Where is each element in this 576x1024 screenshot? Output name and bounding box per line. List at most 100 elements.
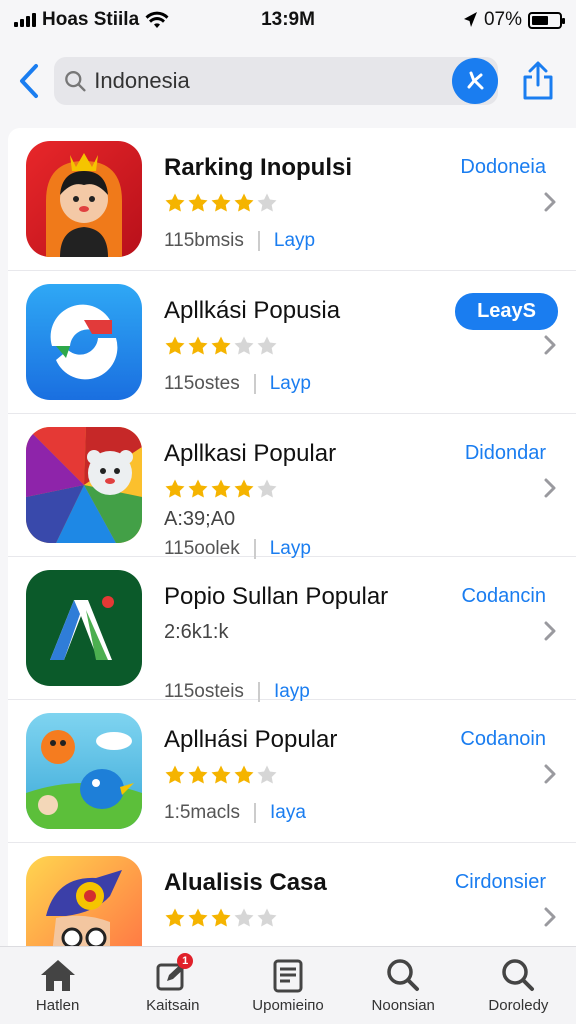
star-icon [211, 193, 231, 212]
battery-icon [528, 11, 565, 29]
status-bar: Hoas Stiila 13:9M 07% [0, 0, 576, 40]
star-icon [211, 479, 231, 498]
get-button[interactable]: Codanoin [460, 728, 546, 751]
rating-stars [164, 764, 278, 786]
chevron-right-icon[interactable] [542, 190, 558, 214]
app-size: 115bmsis [164, 230, 244, 251]
star-icon [165, 908, 185, 927]
tab-item[interactable]: 1 Kaitsain [115, 947, 230, 1024]
app-link[interactable]: Layp [270, 373, 311, 395]
star-icon [257, 479, 277, 498]
chevron-right-icon[interactable] [542, 619, 558, 643]
star-icon [188, 193, 208, 212]
app-link[interactable]: Layp [274, 230, 315, 252]
app-extra-info: A:39;A0 [164, 508, 236, 530]
microphone-icon [467, 71, 484, 90]
star-icon [188, 908, 208, 927]
app-icon[interactable] [26, 856, 142, 946]
star-icon [211, 765, 231, 784]
tab-item[interactable]: Doroledy [461, 947, 576, 1024]
back-button[interactable] [14, 61, 44, 101]
meta-divider [253, 539, 256, 559]
app-title: Apllнási Popular [164, 726, 338, 753]
star-icon [188, 765, 208, 784]
app-title: Rarking Inopulsi [164, 154, 353, 181]
app-row[interactable]: Alualisis Casa115вегмLevpCirdonsier [8, 843, 576, 946]
get-button[interactable]: Dodoneia [460, 156, 546, 179]
app-extra-info: 2:6k1:k [164, 621, 229, 643]
meta-divider [253, 374, 256, 394]
tab-label: Hatlen [35, 997, 80, 1014]
star-icon [234, 908, 254, 927]
tab-label: Upomieiпо [252, 997, 324, 1014]
app-title: Apllkasi Popular [164, 440, 337, 467]
app-row[interactable]: Apllkási Popusia 115ostes Layp LeaуS [8, 271, 576, 414]
chevron-left-icon [20, 64, 38, 98]
get-button[interactable]: Cirdonsier [455, 871, 546, 894]
tab-label: Kaitsain [146, 997, 200, 1014]
app-row[interactable]: Apllkasi Popular A:39;A0 115oolek Layp Didon… [8, 414, 576, 559]
star-icon [165, 479, 185, 498]
rating-stars [164, 907, 278, 929]
app-size: 1:5macls [164, 802, 241, 823]
location-icon [463, 12, 477, 27]
app-meta: 1:5macls Iaya [164, 802, 306, 824]
app-icon[interactable] [26, 284, 142, 400]
search-header [0, 48, 576, 114]
share-icon [523, 61, 553, 100]
document-icon [273, 959, 303, 993]
rating-stars [164, 478, 278, 500]
app-meta: 115ostes Layp [164, 373, 311, 395]
star-icon [165, 336, 185, 355]
app-icon[interactable] [26, 427, 142, 543]
battery-percent: 07% [483, 9, 522, 30]
star-icon [234, 765, 254, 784]
meta-divider [254, 803, 257, 823]
app-title: Alualisis Casa [164, 869, 327, 896]
app-list: Rarking Inopulsi 115bmsis Layp Dodoneia Apll… [8, 128, 576, 946]
app-link[interactable]: Iaya [270, 802, 306, 824]
get-button[interactable]: LeaуS [455, 293, 558, 330]
star-icon [257, 193, 277, 212]
app-title: Popio Sullan Popular [164, 583, 389, 610]
app-row[interactable]: Apllнási Popular 1:5macls Iaya Codanoin [8, 700, 576, 843]
tab-item[interactable]: Upomieiпо [230, 947, 345, 1024]
rating-stars [164, 335, 278, 357]
app-icon[interactable] [26, 570, 142, 686]
get-button[interactable]: Codancin [461, 585, 546, 608]
star-icon [211, 336, 231, 355]
share-button[interactable] [514, 57, 562, 105]
search-input[interactable] [94, 68, 488, 94]
signal-icon [14, 13, 36, 27]
search-field[interactable] [54, 57, 498, 105]
star-icon [188, 336, 208, 355]
get-button[interactable]: Didondar [465, 442, 546, 465]
star-icon [165, 765, 185, 784]
home-icon [40, 960, 75, 991]
app-size: 115ostes [164, 373, 240, 394]
app-row[interactable]: Popio Sullan Popular 2:6k1:k 115osteis Iayp… [8, 557, 576, 702]
tab-item[interactable]: Hatlen [0, 947, 115, 1024]
app-icon[interactable] [26, 141, 142, 257]
search-icon [387, 959, 420, 991]
star-icon [257, 765, 277, 784]
chevron-right-icon[interactable] [542, 333, 558, 357]
rating-stars [164, 192, 278, 214]
tab-item[interactable]: Noonsian [346, 947, 461, 1024]
wifi-icon [145, 11, 169, 28]
tab-label: Noonsian [371, 997, 435, 1014]
app-meta: 115bmsis Layp [164, 230, 315, 252]
star-icon [234, 336, 254, 355]
app-row[interactable]: Rarking Inopulsi 115bmsis Layp Dodoneia [8, 128, 576, 271]
chevron-right-icon[interactable] [542, 762, 558, 786]
star-icon [234, 193, 254, 212]
search-icon [502, 959, 535, 991]
star-icon [165, 193, 185, 212]
search-icon [65, 71, 86, 92]
chevron-right-icon[interactable] [542, 905, 558, 929]
app-icon[interactable] [26, 713, 142, 829]
chevron-right-icon[interactable] [542, 476, 558, 500]
meta-divider [257, 231, 260, 251]
voice-search-button[interactable] [452, 58, 498, 104]
meta-divider [257, 682, 260, 702]
